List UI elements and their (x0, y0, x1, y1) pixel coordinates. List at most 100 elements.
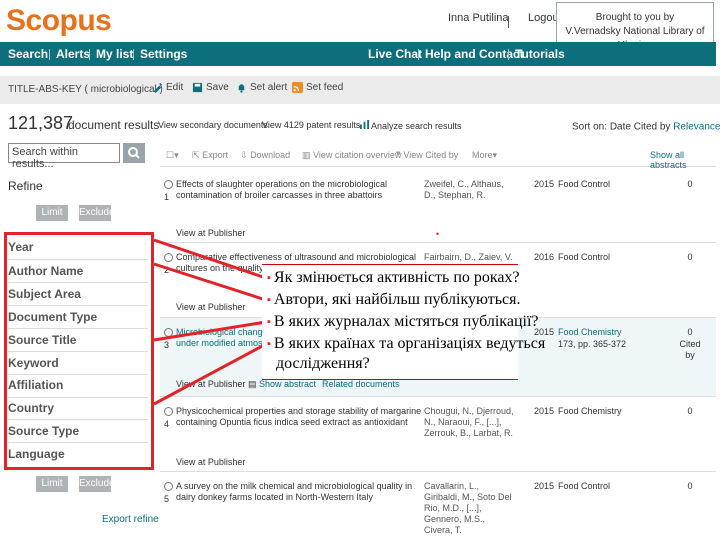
result-cited-label[interactable]: Cited by (678, 339, 702, 361)
result-checkbox[interactable] (164, 328, 173, 337)
scopus-logo[interactable]: Scopus (6, 4, 112, 38)
result-count: 121,387 (8, 113, 74, 133)
edit-label: Edit (166, 82, 184, 93)
view-secondary-link[interactable]: View secondary documents (158, 120, 268, 130)
nav-tutorials[interactable]: Tutorials (515, 47, 565, 61)
nav-separator (133, 49, 134, 60)
nav-search[interactable]: Search (8, 47, 48, 61)
export-label: Export (202, 150, 229, 160)
result-title[interactable]: Effects of slaughter operations on the m… (176, 179, 426, 201)
refine-heading: Refine (8, 179, 43, 193)
result-cited: 0 (687, 406, 693, 416)
edit-action[interactable]: Edit (152, 82, 183, 93)
sort-relevance[interactable]: Relevance (673, 122, 720, 133)
divider (8, 351, 148, 352)
main-nav: Search Alerts My list Settings Live Chat… (0, 42, 716, 66)
facet-year[interactable]: Year (8, 240, 33, 254)
result-authors[interactable]: Fairbairn, D., Zaiev, V. (424, 252, 514, 263)
save-action[interactable]: Save (192, 82, 229, 93)
facet-country[interactable]: Country (8, 401, 54, 415)
citation-overview-label: View citation overview (313, 150, 402, 160)
more-button[interactable]: More▾ (472, 150, 497, 161)
result-checkbox[interactable] (164, 180, 173, 189)
cited-by-button[interactable]: ❞ View Cited by (396, 150, 458, 161)
view-at-publisher-link[interactable]: View at Publisher (176, 457, 245, 467)
facet-source-title[interactable]: Source Title (8, 333, 76, 347)
nav-alerts[interactable]: Alerts (56, 47, 90, 61)
result-authors[interactable]: Cavallarin, L., Giribaldi, M., Soto Del … (424, 481, 514, 536)
result-title[interactable]: A survey on the milk chemical and microb… (176, 481, 426, 503)
set-alert-action[interactable]: Set alert (236, 82, 287, 93)
facet-source-type[interactable]: Source Type (8, 424, 79, 438)
facet-keyword[interactable]: Keyword (8, 356, 59, 370)
nav-separator (418, 49, 419, 60)
result-row: 5 A survey on the milk chemical and micr… (160, 472, 716, 538)
related-documents-link[interactable]: Related documents (322, 379, 400, 389)
user-name[interactable]: Inna Putilina (448, 12, 509, 24)
citation-overview-button[interactable]: ▥ View citation overview (302, 150, 401, 161)
nav-live-chat[interactable]: Live Chat (368, 47, 422, 61)
nav-separator (508, 49, 509, 60)
facet-language[interactable]: Language (8, 447, 65, 461)
cited-by-label: View Cited by (403, 150, 459, 160)
view-at-publisher-link[interactable]: View at Publisher (176, 379, 245, 389)
result-authors[interactable]: Zweifel, C., Althaus, D., Stephan, R. (424, 179, 514, 201)
result-source[interactable]: Food Chemistry (558, 406, 622, 417)
result-checkbox[interactable] (164, 407, 173, 416)
result-checkbox[interactable] (164, 253, 173, 262)
divider (8, 374, 148, 375)
nav-settings[interactable]: Settings (140, 47, 187, 61)
search-query: TITLE-ABS-KEY ( microbiological ) (8, 84, 163, 95)
result-year: 2015 (534, 179, 555, 189)
exclude-button-bottom[interactable]: Exclude (79, 476, 115, 492)
chart-icon (360, 120, 369, 129)
nav-my-list[interactable]: My list (96, 47, 133, 61)
result-authors[interactable]: Chougui, N., Djerroud, N., Naraoui, F., … (424, 406, 514, 439)
more-label: More (472, 150, 493, 160)
search-within-input[interactable]: Search within results... (8, 143, 120, 170)
select-all-checkbox[interactable]: ☐▾ (166, 150, 179, 161)
annotation-box: ▪ Як змінюється активність по роках? ▪ Авт… (262, 264, 545, 380)
sort-cited[interactable]: Cited by (634, 122, 671, 133)
bullet-icon: ▪ (267, 272, 271, 284)
set-feed-action[interactable]: Set feed (292, 82, 343, 93)
result-row: 4 Physicochemical properties and storage… (160, 397, 716, 472)
facet-affiliation[interactable]: Affiliation (8, 378, 63, 392)
result-checkbox[interactable] (164, 482, 173, 491)
show-abstract-link[interactable]: ▤ Show abstract (248, 379, 316, 390)
save-label: Save (206, 82, 229, 93)
export-refine-link[interactable]: Export refine (102, 514, 159, 525)
bar-chart-icon: ▥ (302, 150, 311, 160)
bullet-icon: ▪ (267, 338, 271, 350)
facet-author-name[interactable]: Author Name (8, 264, 83, 278)
result-source[interactable]: Food Chemistry (558, 327, 622, 338)
result-title[interactable]: Physicochemical properties and storage s… (176, 406, 426, 428)
show-all-abstracts-link[interactable]: Show all abstracts (650, 150, 720, 170)
annotation-text: В яких журналах містяться публікації? (273, 313, 539, 330)
analyze-link[interactable]: Analyze search results (360, 120, 462, 131)
export-icon: ⇱ (192, 150, 200, 160)
limit-to-button-bottom[interactable]: Limit to (36, 476, 68, 505)
result-source[interactable]: Food Control (558, 252, 610, 263)
show-abstract-label: Show abstract (259, 379, 317, 389)
facet-subject-area[interactable]: Subject Area (8, 287, 81, 301)
sort-date[interactable]: Date (610, 122, 631, 133)
limit-to-button-top[interactable]: Limit to (36, 205, 68, 234)
annotation-text: дослідження? (276, 355, 370, 372)
search-within-button[interactable] (123, 143, 145, 163)
view-at-publisher-link[interactable]: View at Publisher (176, 228, 245, 238)
quote-icon: ❞ (396, 150, 401, 160)
export-button[interactable]: ⇱ Export (192, 150, 228, 161)
download-button[interactable]: ⇩ Download (240, 150, 290, 161)
document-icon: ▤ (248, 379, 257, 389)
result-source[interactable]: Food Control (558, 179, 610, 190)
annotation-line: ▪ В яких журналах містяться публікації? (267, 313, 539, 331)
view-at-publisher-link[interactable]: View at Publisher (176, 302, 245, 312)
nav-separator (49, 49, 50, 60)
view-patents-link[interactable]: View 4129 patent results (262, 120, 360, 130)
annotation-text: Як змінюється активність по роках? (273, 269, 520, 286)
result-cited: 0 (687, 327, 693, 337)
facet-document-type[interactable]: Document Type (8, 310, 97, 324)
result-source[interactable]: Food Control (558, 481, 610, 492)
exclude-button-top[interactable]: Exclude (79, 205, 115, 221)
